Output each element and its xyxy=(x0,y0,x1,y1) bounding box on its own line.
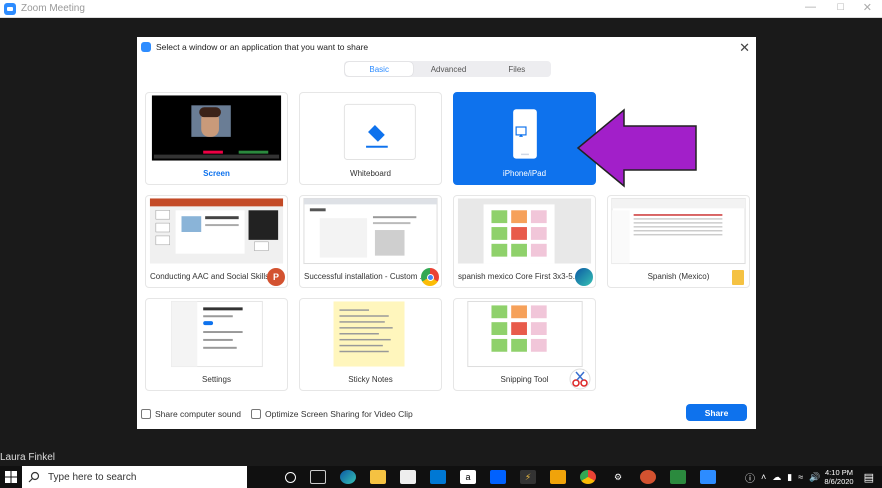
tile-label: Settings xyxy=(202,374,231,384)
explorer-thumbnail xyxy=(611,197,746,265)
taskbar-clock[interactable]: 4:10 PM 8/6/2020 xyxy=(824,468,853,486)
sticky-app-icon[interactable] xyxy=(550,470,566,484)
mail-icon[interactable] xyxy=(430,470,446,484)
window-title: Zoom Meeting xyxy=(21,3,85,14)
settings-gear-icon[interactable]: ⚙ xyxy=(610,470,626,484)
screen-thumbnail xyxy=(151,95,282,161)
share-tile-edge[interactable]: spanish mexico Core First 3x3-5... xyxy=(453,195,596,288)
share-button[interactable]: Share xyxy=(686,404,747,421)
close-window-icon[interactable]: ✕ xyxy=(863,1,872,14)
notification-icon[interactable]: ▤ xyxy=(864,471,874,484)
settings-thumbnail xyxy=(171,300,263,368)
tile-label: Sticky Notes xyxy=(348,374,393,384)
share-tile-iphone-ipad[interactable]: iPhone/iPad xyxy=(453,92,596,185)
share-dialog: Select a window or an application that y… xyxy=(137,37,756,429)
scissors-icon xyxy=(569,368,591,390)
tab-advanced[interactable]: Advanced xyxy=(414,61,482,77)
snipping-thumbnail xyxy=(467,300,583,368)
maximize-icon[interactable]: □ xyxy=(837,1,844,13)
tile-label: spanish mexico Core First 3x3-5... xyxy=(458,271,580,281)
dialog-close-icon[interactable]: ✕ xyxy=(739,40,750,56)
search-placeholder: Type here to search xyxy=(48,471,137,483)
chrome-icon xyxy=(421,268,439,286)
purple-arrow-annotation xyxy=(576,108,697,188)
windows-taskbar: Type here to search a ⚡ ⚙ ⓘ ˄ ☁ ▮ ≈ 🔊 4:… xyxy=(0,466,882,488)
optimize-video-label: Optimize Screen Sharing for Video Clip xyxy=(265,409,413,419)
share-tile-powerpoint[interactable]: Conducting AAC and Social Skills... P xyxy=(145,195,288,288)
zoom-taskbar-icon[interactable] xyxy=(700,470,716,484)
share-tile-chrome[interactable]: Successful installation - Custom ... xyxy=(299,195,442,288)
help-icon[interactable]: ⓘ xyxy=(745,470,755,485)
chrome-taskbar-icon[interactable] xyxy=(580,470,596,484)
tile-label: Screen xyxy=(203,168,230,178)
document-thumbnail xyxy=(457,198,592,264)
powerpoint-thumbnail xyxy=(149,198,284,264)
share-sound-checkbox[interactable] xyxy=(141,409,151,419)
wifi-icon[interactable]: ≈ xyxy=(798,472,803,482)
share-tile-snipping-tool[interactable]: Snipping Tool xyxy=(453,298,596,391)
store-icon[interactable] xyxy=(400,470,416,484)
optimize-video-checkbox[interactable] xyxy=(251,409,261,419)
system-tray: ⓘ ˄ ☁ ▮ ≈ 🔊 4:10 PM 8/6/2020 ▤ xyxy=(745,466,882,488)
task-view-icon[interactable] xyxy=(310,470,326,484)
share-tile-explorer[interactable]: Spanish (Mexico) xyxy=(607,195,750,288)
edge-icon xyxy=(575,268,593,286)
tile-label: Conducting AAC and Social Skills... xyxy=(150,271,276,281)
iphone-icon xyxy=(513,109,537,159)
browser-thumbnail xyxy=(303,197,438,265)
share-tile-settings[interactable]: Settings xyxy=(145,298,288,391)
participant-name: Laura Finkel xyxy=(0,452,56,463)
share-tile-screen[interactable]: Screen xyxy=(145,92,288,185)
share-tabs: Basic Advanced Files xyxy=(344,61,551,77)
zoom-titlebar: Zoom Meeting — □ ✕ xyxy=(0,0,882,18)
folder-icon xyxy=(729,268,747,286)
chevron-up-icon[interactable]: ˄ xyxy=(761,472,766,482)
tab-basic[interactable]: Basic xyxy=(345,62,414,76)
tile-label: iPhone/iPad xyxy=(502,168,547,178)
tile-label: Successful installation - Custom ... xyxy=(304,271,427,281)
dialog-footer: Share computer sound Optimize Screen Sha… xyxy=(141,409,413,419)
dropbox-icon[interactable] xyxy=(490,470,506,484)
tile-label: Spanish (Mexico) xyxy=(647,271,710,281)
tab-files[interactable]: Files xyxy=(483,61,551,77)
zoom-logo-icon xyxy=(4,2,16,15)
dialog-header: Select a window or an application that y… xyxy=(141,42,368,52)
powerpoint-taskbar-icon[interactable] xyxy=(640,470,656,484)
share-tile-sticky-notes[interactable]: Sticky Notes xyxy=(299,298,442,391)
share-sound-label: Share computer sound xyxy=(155,409,241,419)
windows-start-icon[interactable] xyxy=(0,466,22,488)
amazon-icon[interactable]: a xyxy=(460,470,476,484)
whiteboard-thumbnail xyxy=(343,103,416,161)
lightning-icon[interactable]: ⚡ xyxy=(520,470,536,484)
zoom-logo-icon xyxy=(141,42,151,52)
powerpoint-icon: P xyxy=(267,268,285,286)
clock-date: 8/6/2020 xyxy=(824,477,854,486)
volume-icon[interactable]: 🔊 xyxy=(809,472,820,483)
clock-time: 4:10 PM xyxy=(825,468,853,477)
sticky-notes-thumbnail xyxy=(333,301,405,367)
tile-label: Whiteboard xyxy=(350,168,391,178)
search-icon xyxy=(28,471,40,483)
battery-icon[interactable]: ▮ xyxy=(787,472,792,483)
taskbar-search-box[interactable]: Type here to search xyxy=(22,466,247,488)
dialog-title: Select a window or an application that y… xyxy=(156,42,369,52)
edge-taskbar-icon[interactable] xyxy=(340,470,356,484)
cloud-icon[interactable]: ☁ xyxy=(772,472,781,483)
file-explorer-icon[interactable] xyxy=(370,470,386,484)
cortana-icon[interactable] xyxy=(285,471,296,483)
minimize-icon[interactable]: — xyxy=(805,1,816,13)
snipping-taskbar-icon[interactable] xyxy=(670,470,686,484)
share-tile-whiteboard[interactable]: Whiteboard xyxy=(299,92,442,185)
